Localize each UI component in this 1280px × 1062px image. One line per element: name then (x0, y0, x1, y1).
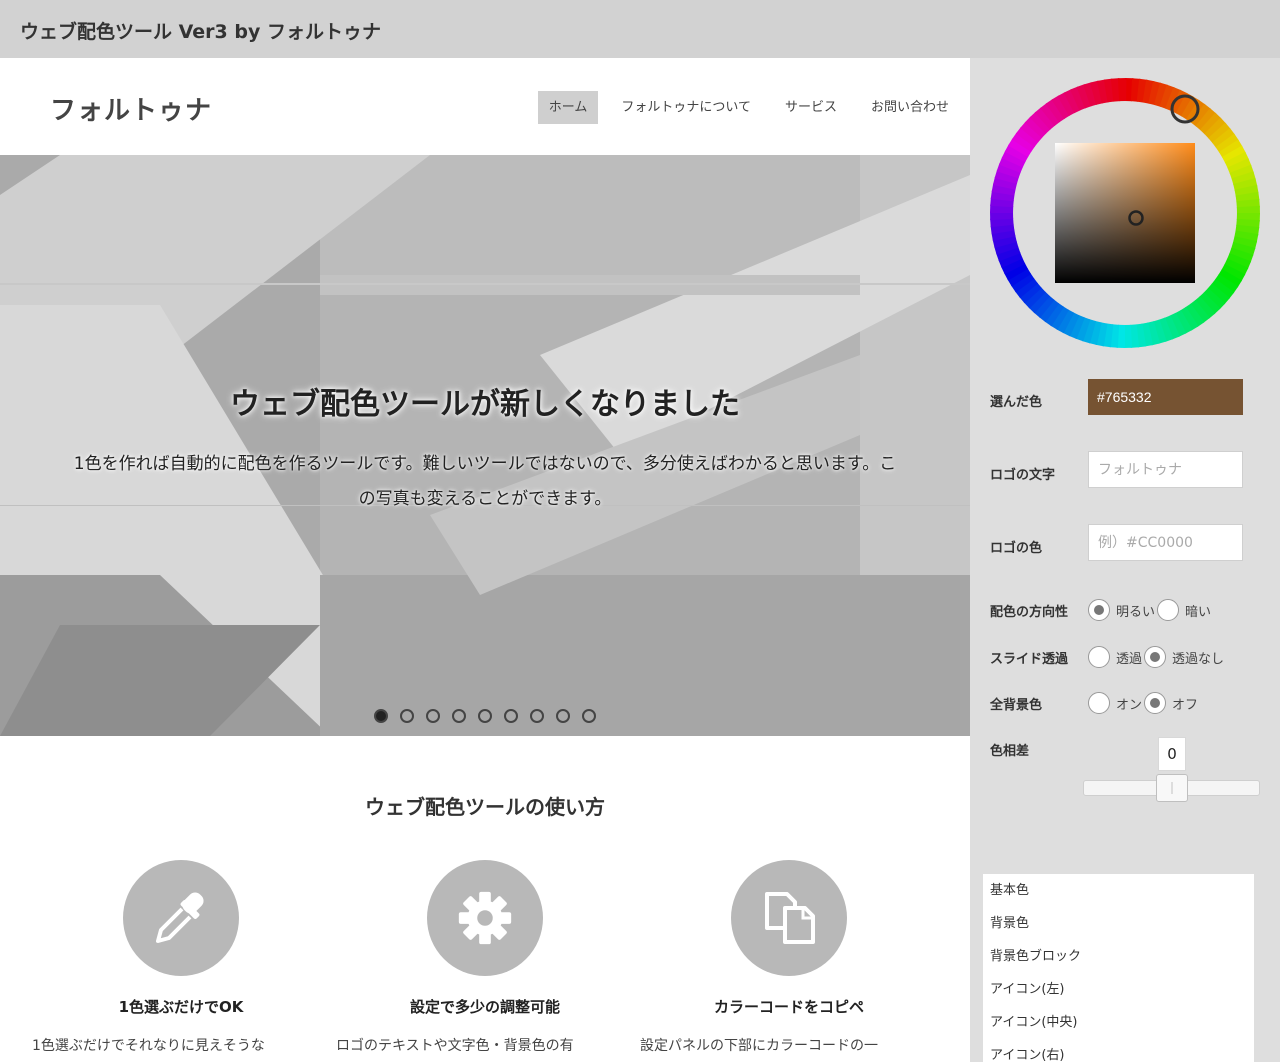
slider-dot[interactable] (452, 709, 466, 723)
slide-radio-transparent[interactable] (1088, 646, 1110, 668)
feature-title: 1色選ぶだけでOK (118, 998, 244, 1016)
hue-difference-value: 0 (1158, 737, 1186, 771)
hue-difference-label: 色相差 (990, 744, 1030, 759)
color-list-item[interactable]: 基本色 (983, 874, 1254, 907)
bg-option-label: オン (1116, 697, 1143, 713)
site-nav: ホーム フォルトゥナについて サービス お問い合わせ (526, 91, 960, 124)
feature-title: 設定で多少の調整可能 (409, 998, 560, 1016)
color-wheel-picker[interactable] (990, 78, 1260, 348)
slider-dot[interactable] (530, 709, 544, 723)
hero-title: ウェブ配色ツールが新しくなりました (230, 387, 740, 422)
logo-color-input[interactable] (1088, 524, 1243, 561)
slider-dots (374, 709, 608, 723)
color-list-item[interactable]: 背景色 (983, 907, 1254, 940)
nav-item-contact[interactable]: お問い合わせ (860, 91, 960, 124)
slider-dot[interactable] (582, 709, 596, 723)
hero-background-image (0, 155, 970, 736)
feature-icon-circle (731, 860, 847, 976)
feature-description: 1色選ぶだけでそれなりに見えそうな (32, 1038, 265, 1054)
slider-dot[interactable] (504, 709, 518, 723)
logo-text-label: ロゴの文字 (990, 468, 1056, 483)
hero-text: 1色を作れば自動的に配色を作るツールです。難しいツールではないので、多分使えばわ… (73, 454, 897, 509)
slide-transparency-radio-group: 透過 透過なし (1088, 646, 1226, 668)
slider-dot[interactable] (478, 709, 492, 723)
gear-icon (458, 891, 512, 945)
hue-difference-slider-thumb[interactable] (1156, 774, 1188, 802)
slide-radio-opaque[interactable] (1144, 646, 1167, 668)
feature-icon-circle (123, 860, 239, 976)
bg-radio-on[interactable] (1088, 692, 1110, 714)
app-title: ウェブ配色ツール Ver3 by フォルトゥナ (20, 21, 381, 43)
feature-description: ロゴのテキストや文字色・背景色の有 (336, 1038, 574, 1054)
direction-radio-group: 明るい 暗い (1088, 599, 1213, 621)
slider-dot[interactable] (556, 709, 570, 723)
direction-label: 配色の方向性 (990, 605, 1069, 620)
copy-icon (765, 892, 815, 944)
logo-color-label: ロゴの色 (990, 541, 1043, 556)
howto-title: ウェブ配色ツールの使い方 (365, 795, 605, 819)
hero-slider: ウェブ配色ツールが新しくなりました 1色を作れば自動的に配色を作るツールです。難… (0, 155, 970, 736)
selected-color-swatch[interactable]: #765332 (1088, 379, 1243, 415)
app-title-bar: ウェブ配色ツール Ver3 by フォルトゥナ (0, 0, 1280, 58)
direction-radio-bright[interactable] (1088, 599, 1110, 621)
direction-option-label: 暗い (1185, 604, 1212, 620)
color-list-item[interactable]: アイコン(左) (983, 973, 1254, 1006)
selected-color-label: 選んだ色 (990, 395, 1043, 410)
slider-dot[interactable] (374, 709, 388, 723)
color-code-list[interactable]: 基本色 背景色 背景色ブロック アイコン(左) アイコン(中央) アイコン(右) (983, 874, 1254, 1062)
full-background-radio-group: オン オフ (1088, 692, 1200, 714)
slider-dot[interactable] (400, 709, 414, 723)
website-preview: フォルトゥナ ホーム フォルトゥナについて サービス お問い合わせ ウェブ配色ツ… (0, 58, 970, 1062)
site-header: フォルトゥナ ホーム フォルトゥナについて サービス お問い合わせ (0, 58, 970, 155)
nav-item-home[interactable]: ホーム (537, 91, 599, 124)
color-list-item[interactable]: 背景色ブロック (983, 940, 1254, 973)
feature-title: カラーコードをコピペ (713, 998, 864, 1016)
direction-radio-dark[interactable] (1157, 599, 1180, 621)
site-logo[interactable]: フォルトゥナ (50, 90, 212, 127)
bg-radio-off[interactable] (1144, 692, 1167, 714)
full-background-label: 全背景色 (990, 698, 1043, 713)
slide-option-label: 透過なし (1172, 651, 1225, 667)
color-list-item[interactable]: アイコン(右) (983, 1039, 1254, 1062)
bg-option-label: オフ (1172, 697, 1199, 713)
direction-option-label: 明るい (1116, 604, 1156, 620)
feature-icon-circle (427, 860, 543, 976)
nav-item-service[interactable]: サービス (774, 91, 848, 124)
color-list-item[interactable]: アイコン(中央) (983, 1006, 1254, 1039)
eyedropper-icon (156, 892, 204, 943)
slide-option-label: 透過 (1116, 651, 1143, 667)
settings-panel: 選んだ色 #765332 ロゴの文字 ロゴの色 配色の方向性 明るい 暗い スラ… (970, 58, 1280, 1062)
feature-description: 設定パネルの下部にカラーコードの一 (640, 1038, 878, 1054)
logo-text-input[interactable] (1088, 451, 1243, 488)
slide-transparency-label: スライド透過 (990, 652, 1069, 667)
nav-item-about[interactable]: フォルトゥナについて (610, 91, 762, 124)
slider-dot[interactable] (426, 709, 440, 723)
